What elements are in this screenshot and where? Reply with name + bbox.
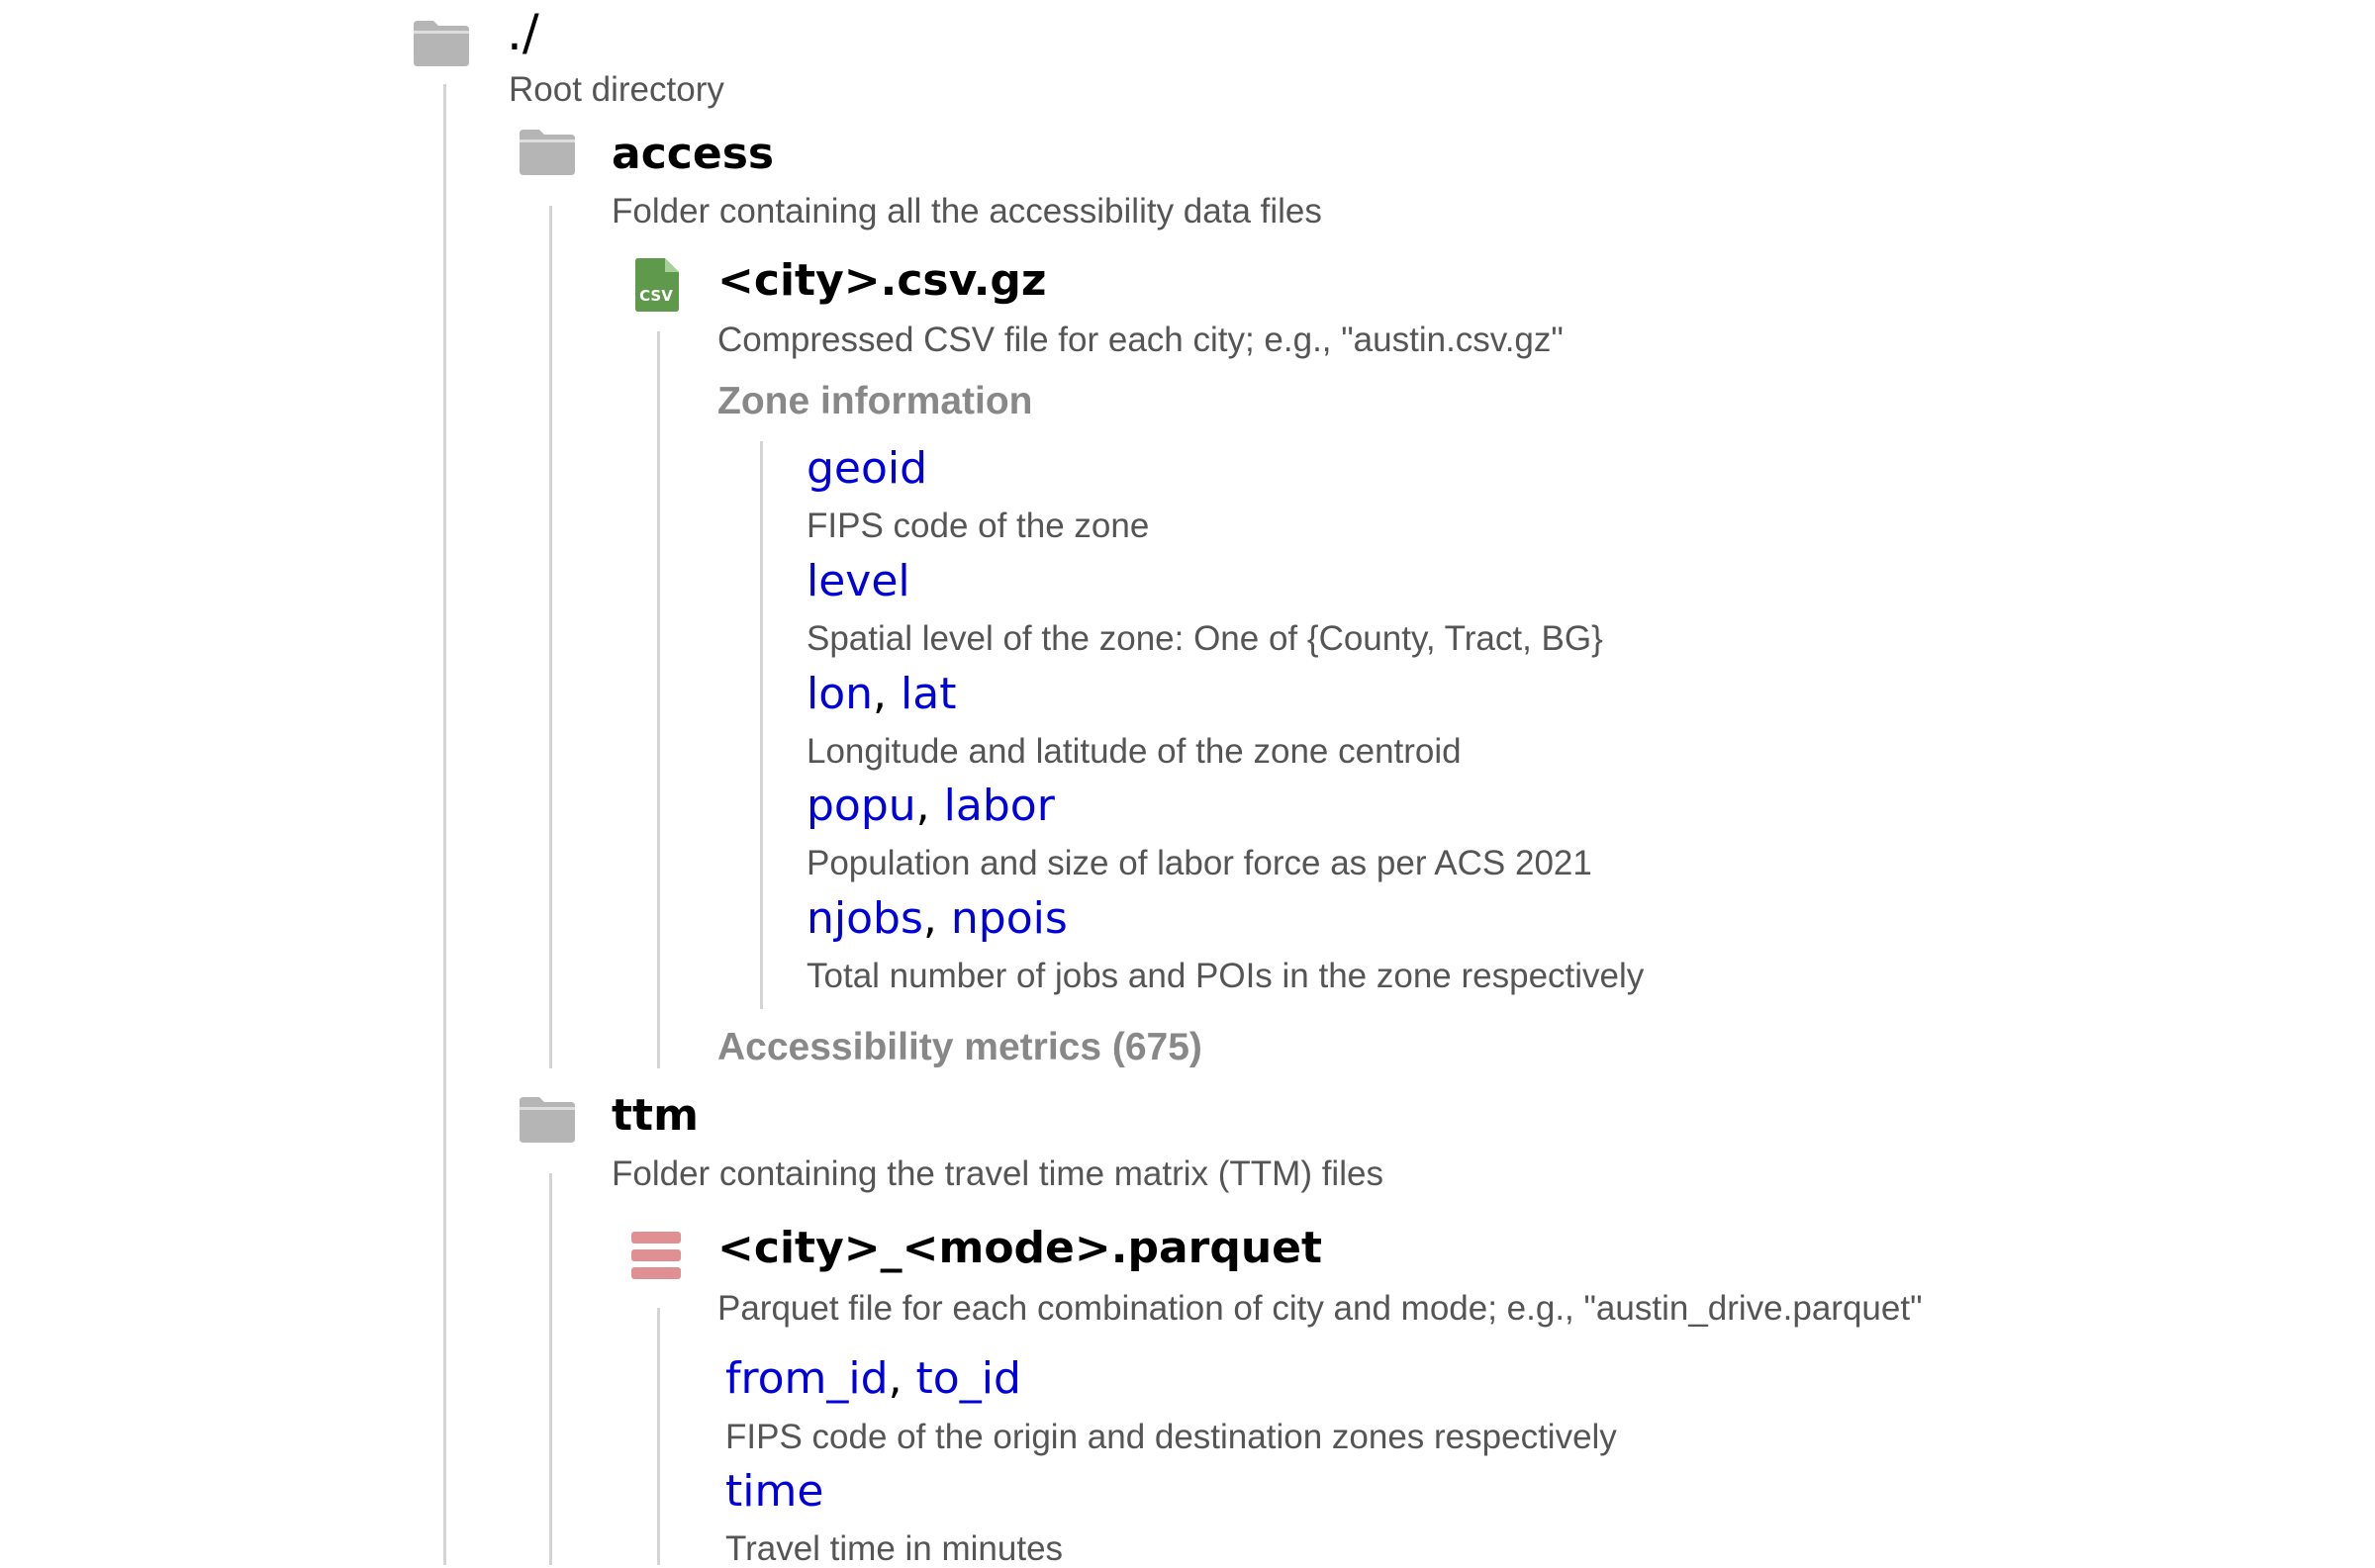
tree-line-access-file	[657, 331, 660, 1068]
tree-line-root	[443, 84, 446, 1565]
tree-line-ttm	[549, 1173, 552, 1565]
parquet-file-name: <city>_<mode>.parquet	[717, 1223, 1323, 1273]
tree-line-ttm-file	[657, 1308, 660, 1565]
field-description: FIPS code of the origin and destination …	[725, 1418, 1617, 1456]
field-description: Longitude and latitude of the zone centr…	[807, 732, 1462, 771]
parquet-file-description: Parquet file for each combination of cit…	[717, 1289, 1923, 1328]
accessibility-metrics-heading: Accessibility metrics (675)	[717, 1026, 1202, 1068]
field-description: Total number of jobs and POIs in the zon…	[807, 957, 1645, 995]
access-folder-name: access	[612, 129, 775, 179]
ttm-folder-description: Folder containing the travel time matrix…	[612, 1154, 1383, 1193]
field-description: FIPS code of the zone	[807, 507, 1150, 545]
folder-icon	[520, 1097, 575, 1143]
field-name: njobs, npois	[807, 893, 1068, 944]
ttm-folder-name: ttm	[612, 1090, 699, 1141]
field-name: time	[725, 1466, 824, 1517]
folder-icon	[414, 21, 469, 66]
svg-text:CSV: CSV	[639, 287, 673, 305]
csv-file-icon: CSV	[635, 258, 679, 312]
field-name: popu, labor	[807, 781, 1055, 831]
parquet-file-icon	[631, 1232, 681, 1279]
access-folder-description: Folder containing all the accessibility …	[612, 192, 1322, 231]
folder-icon	[520, 130, 575, 175]
field-description: Travel time in minutes	[725, 1529, 1064, 1568]
tree-line-access	[549, 206, 552, 1068]
tree-line-zone-fields	[760, 441, 763, 1009]
field-name: geoid	[807, 443, 928, 494]
root-folder-name: ./	[507, 4, 539, 61]
field-name: level	[807, 556, 910, 606]
zone-information-heading: Zone information	[717, 380, 1033, 422]
csv-file-description: Compressed CSV file for each city; e.g.,…	[717, 321, 1564, 359]
field-name: lon, lat	[807, 669, 957, 719]
csv-file-name: <city>.csv.gz	[717, 255, 1047, 306]
field-description: Population and size of labor force as pe…	[807, 844, 1592, 882]
root-folder-description: Root directory	[509, 70, 724, 109]
field-description: Spatial level of the zone: One of {Count…	[807, 619, 1603, 658]
field-name: from_id, to_id	[725, 1353, 1021, 1404]
